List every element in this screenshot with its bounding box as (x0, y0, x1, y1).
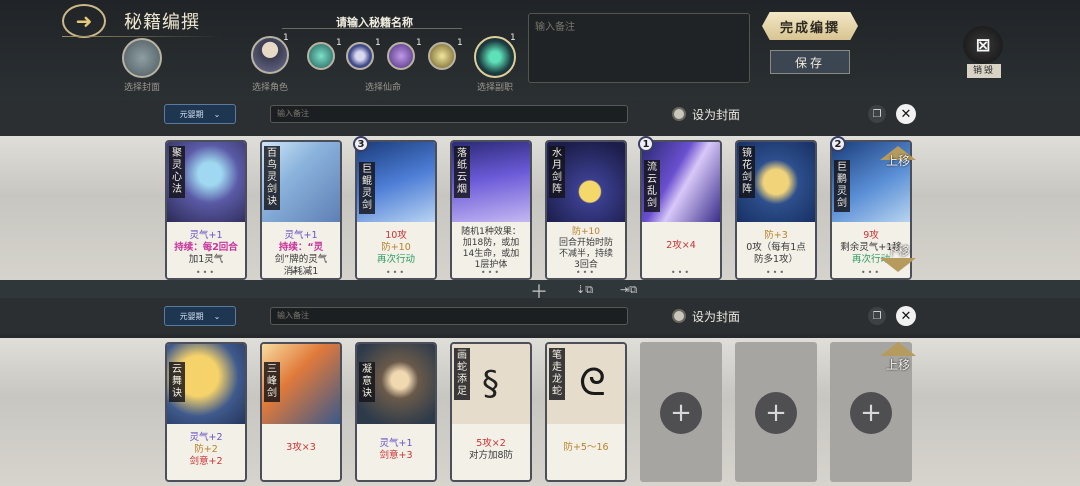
dragon-ink-icon: ᘓ (579, 360, 606, 404)
row1-card-band (0, 136, 1080, 286)
card-name: 巨鲲灵剑 (359, 162, 375, 214)
card[interactable]: 镜花剑阵 防+3 0攻（每有1点 防多1攻） ••• (735, 140, 817, 280)
row1-copy-icon[interactable]: ❐ (868, 105, 886, 123)
card[interactable]: 百鸟灵剑诀 灵气+1 持续：“灵 剑”牌的灵气 消耗减1 ••• (260, 140, 342, 280)
fate-level-1: 1 (336, 38, 342, 48)
card-name: 百鸟灵剑诀 (264, 146, 280, 210)
row2-period-label: 元婴期 (179, 311, 204, 321)
card[interactable]: 落纸云烟 随机1种效果： 加18防，或加 14生命，或加 1层护体 ••• (450, 140, 532, 280)
card-name: 笔走龙蛇 (549, 348, 565, 400)
cover-select-button[interactable] (122, 38, 162, 78)
row1-period-dropdown[interactable]: 元婴期 ⌄ (164, 104, 236, 124)
card[interactable]: 流云乱剑 2攻×4 ••• (640, 140, 722, 280)
row1-move-up-button[interactable]: 上移 (886, 152, 910, 169)
row2-note-input[interactable]: 输入备注 (270, 307, 628, 325)
row1-period-label: 元婴期 (179, 109, 204, 119)
card-level-dots: ••• (765, 268, 787, 277)
row2-period-dropdown[interactable]: 元婴期 ⌄ (164, 306, 236, 326)
card[interactable]: 巨鲲灵剑 10攻 防+10 再次行动 ••• (355, 140, 437, 280)
row1-note-input[interactable]: 输入备注 (270, 105, 628, 123)
page-title: 秘籍编撰 (124, 12, 200, 33)
card[interactable]: ᘓ 笔走龙蛇 防+5～16 (545, 342, 627, 482)
row1-close-icon[interactable]: ✕ (896, 104, 916, 124)
card-name: 聚灵心法 (169, 146, 185, 198)
plus-icon: + (660, 392, 702, 434)
fate-slot-3[interactable] (387, 42, 415, 70)
export-icon[interactable]: ⇥⧉ (620, 283, 637, 297)
fate-level-4: 1 (457, 38, 463, 48)
finish-button[interactable]: 完成编撰 (762, 12, 858, 40)
row2-card-band (0, 338, 1080, 486)
card-name: 三峰剑 (264, 362, 280, 402)
card[interactable]: 水月剑阵 防+10 回合开始时防 不减半，持续 3回合 ••• (545, 140, 627, 280)
card-name: 流云乱剑 (644, 160, 660, 212)
card-count-badge: 3 (353, 136, 369, 152)
fate-level-3: 1 (416, 38, 422, 48)
save-button[interactable]: 保存 (770, 50, 850, 74)
fate-slot-4[interactable] (428, 42, 456, 70)
row2-move-up-button[interactable]: 上移 (886, 356, 910, 373)
plus-icon: + (755, 392, 797, 434)
name-underline (282, 28, 462, 29)
move-up-icon (880, 342, 916, 356)
card-name: 巨鹏灵剑 (834, 160, 850, 212)
card-level-dots: ••• (575, 268, 597, 277)
card-name: 凝意诀 (359, 362, 375, 402)
card-desc: 灵气+1 剑意+3 (357, 424, 435, 480)
fate-caption: 选择仙命 (364, 83, 401, 93)
fate-level-2: 1 (375, 38, 381, 48)
deputy-caption: 选择副职 (476, 83, 513, 93)
import-icon[interactable]: ⇣⧉ (576, 283, 593, 297)
plus-icon: + (850, 392, 892, 434)
empty-card-slot[interactable]: + (735, 342, 817, 482)
fate-slot-1[interactable] (307, 42, 335, 70)
card-desc: 防+5～16 (547, 424, 625, 480)
cover-caption: 选择封面 (123, 83, 160, 93)
role-caption: 选择角色 (251, 83, 288, 93)
row2-copy-icon[interactable]: ❐ (868, 307, 886, 325)
card-level-dots: ••• (290, 268, 312, 277)
card-level-dots: ••• (480, 268, 502, 277)
chevron-down-icon: ⌄ (213, 311, 221, 321)
fate-slot-2[interactable] (346, 42, 374, 70)
destroy-icon[interactable]: ⊠ (963, 26, 1003, 64)
deck-note-input[interactable]: 输入备注 (528, 13, 750, 83)
row1-cover-radio[interactable] (672, 107, 686, 121)
deputy-level: 1 (510, 33, 516, 43)
snake-ink-icon: § (482, 364, 499, 404)
destroy-label[interactable]: 销毁 (967, 64, 1001, 78)
card[interactable]: 云舞诀 灵气+2 防+2 剑意+2 (165, 342, 247, 482)
row1-move-down-button[interactable]: 下移 (886, 242, 910, 259)
card[interactable]: § 画蛇添足 5攻×2 对方加8防 (450, 342, 532, 482)
chevron-down-icon: ⌄ (213, 109, 221, 119)
row2-cover-label[interactable]: 设为封面 (692, 308, 740, 325)
card-level-dots: ••• (195, 268, 217, 277)
card[interactable]: 三峰剑 3攻×3 (260, 342, 342, 482)
card-count-badge: 1 (638, 136, 654, 152)
row2-close-icon[interactable]: ✕ (896, 306, 916, 326)
card-level-dots: ••• (385, 268, 407, 277)
card-name: 水月剑阵 (549, 146, 565, 198)
card-desc: 灵气+2 防+2 剑意+2 (167, 424, 245, 480)
card-level-dots: ••• (670, 268, 692, 277)
back-button[interactable]: ➜ (62, 4, 106, 38)
card-desc: 5攻×2 对方加8防 (452, 424, 530, 480)
row2-cover-radio[interactable] (672, 309, 686, 323)
card-name: 画蛇添足 (454, 348, 470, 400)
move-down-icon (880, 258, 916, 272)
card-name: 云舞诀 (169, 362, 185, 402)
card[interactable]: 聚灵心法 灵气+1 持续：每2回合 加1灵气 ••• (165, 140, 247, 280)
card-name: 镜花剑阵 (739, 146, 755, 198)
arrow-left-icon: ➜ (75, 9, 93, 33)
card-name: 落纸云烟 (454, 146, 470, 198)
card-count-badge: 2 (830, 136, 846, 152)
role-level: 1 (283, 33, 289, 43)
row1-cover-label[interactable]: 设为封面 (692, 106, 740, 123)
card-desc: 3攻×3 (262, 424, 340, 480)
title-divider (62, 36, 222, 37)
card[interactable]: 凝意诀 灵气+1 剑意+3 (355, 342, 437, 482)
empty-card-slot[interactable]: + (640, 342, 722, 482)
